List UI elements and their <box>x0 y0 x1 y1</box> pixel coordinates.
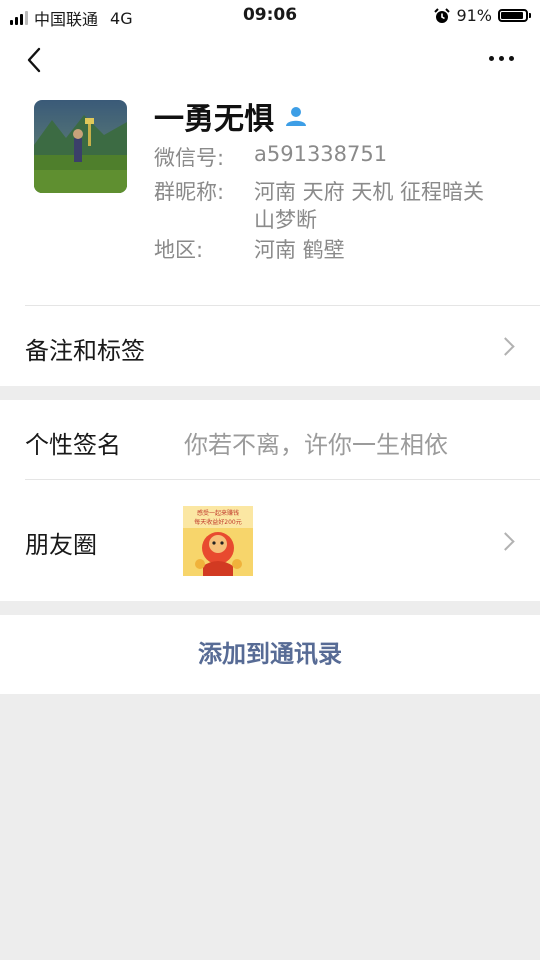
alarm-icon <box>434 7 451 23</box>
moments-thumbnail[interactable]: 感受一起来赚钱 每天收益好200元 <box>183 506 253 576</box>
moments-label: 朋友圈 <box>25 531 97 559</box>
battery-percent: 91% <box>456 6 492 25</box>
group-nick-value-line2: 山梦断 <box>254 208 317 232</box>
chevron-left-icon[interactable] <box>22 46 50 74</box>
status-right: 91% <box>434 6 531 25</box>
remarks-row[interactable]: 备注和标签 <box>0 306 540 386</box>
battery-icon <box>498 9 531 22</box>
nickname-row: 一勇无惧 <box>154 94 308 138</box>
wechat-id-value: a591338751 <box>254 142 388 166</box>
wechat-id-label: 微信号: <box>154 146 225 170</box>
chevron-right-icon <box>496 337 515 356</box>
more-dots-icon[interactable] <box>489 56 514 61</box>
region-value: 河南 鹤壁 <box>254 238 345 262</box>
add-to-contacts-label: 添加到通讯录 <box>198 640 342 668</box>
thumb-text-1: 感受一起来赚钱 <box>197 509 239 517</box>
region-label: 地区: <box>154 238 204 262</box>
person-icon <box>286 107 306 126</box>
moments-row[interactable]: 朋友圈 感受一起来赚钱 每天收益好200元 <box>0 480 540 601</box>
group-nick-label: 群昵称: <box>154 180 225 204</box>
add-to-contacts-button[interactable]: 添加到通讯录 <box>0 615 540 694</box>
nickname: 一勇无惧 <box>154 102 274 137</box>
thumb-text-2: 每天收益好200元 <box>194 518 241 526</box>
signature-value: 你若不离，许你一生相依 <box>184 431 448 459</box>
remarks-label: 备注和标签 <box>25 337 145 365</box>
avatar[interactable] <box>34 100 127 193</box>
status-bar: 中国联通 4G 09:06 91% <box>0 0 540 32</box>
nav-bar <box>0 32 540 88</box>
group-nick-value-line1: 河南 天府 天机 征程暗关 <box>254 180 485 204</box>
profile-card: 一勇无惧 微信号: a591338751 群昵称: 河南 天府 天机 征程暗关 … <box>0 88 540 306</box>
signature-label: 个性签名 <box>25 431 121 459</box>
chevron-right-icon <box>496 532 515 551</box>
signature-row: 个性签名 你若不离，许你一生相依 <box>0 400 540 480</box>
